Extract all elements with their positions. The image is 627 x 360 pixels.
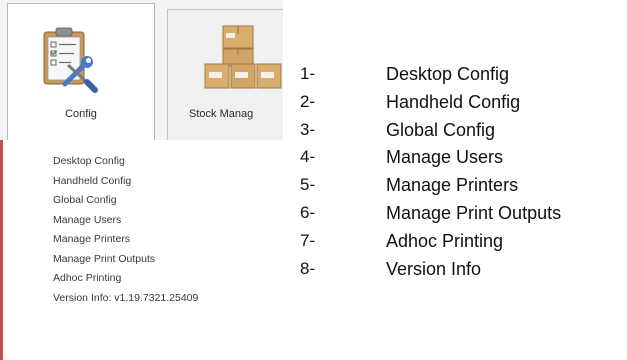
legend-number: 3- — [300, 119, 316, 139]
menu-item-manage-print-outputs[interactable]: Manage Print Outputs — [53, 250, 198, 270]
tab-stock-label: Stock Manag — [189, 108, 254, 120]
stock-boxes-icon — [204, 25, 282, 89]
legend-number: 6- — [300, 202, 316, 222]
menu-item-desktop-config[interactable]: Desktop Config — [53, 152, 198, 172]
menu-item-adhoc-printing[interactable]: Adhoc Printing — [53, 269, 198, 289]
legend-text: Global Config — [386, 119, 496, 140]
legend-number: 1- — [300, 64, 316, 83]
menu-item-handheld-config[interactable]: Handheld Config — [53, 172, 198, 192]
legend-text: Version Info — [386, 258, 482, 279]
tab-config[interactable]: Config — [7, 3, 155, 140]
menu-item-manage-printers[interactable]: Manage Printers — [53, 230, 198, 250]
menu-item-manage-users[interactable]: Manage Users — [53, 211, 198, 231]
menu-accent-bar — [0, 140, 3, 360]
ribbon-bar: Config Stock Manag — [0, 0, 283, 141]
legend-number: 2- — [300, 91, 316, 111]
legend-text: Adhoc Printing — [386, 230, 504, 251]
legend-text: Handheld Config — [386, 91, 521, 112]
tab-config-label: Config — [65, 108, 97, 120]
legend-text: Manage Print Outputs — [386, 202, 562, 223]
legend-number: 4- — [300, 147, 316, 167]
legend-text: Manage Users — [386, 147, 504, 168]
menu-item-version-info[interactable]: Version Info: v1.19.7321.25409 — [53, 289, 198, 309]
legend-number: 5- — [300, 175, 316, 195]
tab-stock-management[interactable]: Stock Manag — [167, 9, 283, 140]
config-menu-list: Desktop Config Handheld Config Global Co… — [53, 152, 198, 308]
legend-number: 8- — [300, 258, 316, 278]
legend-text: Desktop Config — [386, 64, 510, 84]
menu-item-global-config[interactable]: Global Config — [53, 191, 198, 211]
legend-text: Manage Printers — [386, 175, 519, 196]
legend-number: 7- — [300, 230, 316, 250]
config-tools-icon — [43, 27, 98, 93]
